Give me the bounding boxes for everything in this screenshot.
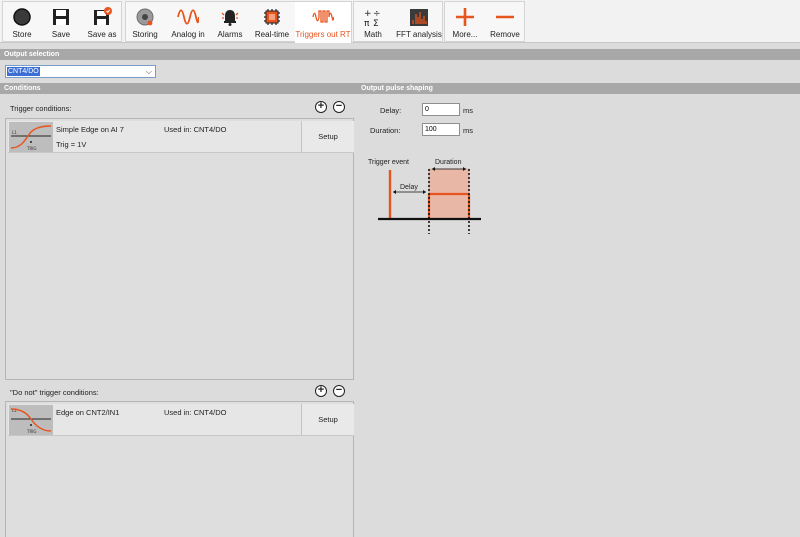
store-label: Store — [12, 30, 32, 39]
diagram-duration-label: Duration — [435, 159, 462, 166]
real-time-button[interactable]: Real-time — [252, 2, 292, 43]
toolbar-group-channels: More... Remove — [444, 1, 525, 42]
storing-button[interactable]: Storing — [126, 2, 164, 43]
conditions-header: Conditions — [0, 83, 357, 94]
list-item[interactable]: L1 TRIG Simple Edge on AI 7 Used in: CNT… — [8, 121, 354, 153]
falling-edge-thumbnail: L1 TRIG — [9, 405, 53, 435]
plus-icon — [456, 8, 474, 26]
triggers-out-rt-button[interactable]: Triggers out RT — [295, 2, 351, 43]
analog-in-label: Analog in — [171, 30, 205, 39]
thumb-top-text: L1 — [12, 130, 17, 135]
storing-icon — [136, 8, 154, 26]
save-label: Save — [51, 30, 71, 39]
trigger-row-used-in: Used in: CNT4/DO — [164, 125, 227, 134]
delay-unit: ms — [463, 106, 473, 115]
svg-text:Σ: Σ — [373, 19, 379, 28]
record-icon — [13, 8, 31, 26]
toolbar-group-file: Store Save Save as — [2, 1, 122, 42]
trigger-wave-icon — [312, 10, 334, 23]
diagram-trigger-event-label: Trigger event — [368, 159, 409, 166]
remove-donot-condition-button[interactable]: − — [333, 385, 345, 397]
fft-analysis-button[interactable]: FFT analysis — [394, 2, 444, 43]
floppy-edit-icon — [94, 7, 112, 25]
sine-wave-icon — [177, 9, 199, 25]
chevron-down-icon: ⌵ — [145, 67, 152, 76]
fft-icon — [410, 9, 428, 26]
remove-trigger-condition-button[interactable]: − — [333, 101, 345, 113]
math-icon: + ÷π Σ — [364, 9, 381, 28]
save-button[interactable]: Save — [43, 2, 79, 43]
alarms-button[interactable]: Alarms — [212, 2, 248, 43]
chip-icon — [264, 9, 280, 25]
main-toolbar: Store Save Save as Storing Analog in Ala… — [0, 0, 800, 43]
output-select[interactable]: CNT4/DO ⌵ — [5, 65, 156, 78]
output-select-value: CNT4/DO — [7, 67, 40, 76]
pulse-shaping-diagram: Trigger event Duration Delay — [368, 159, 481, 234]
save-as-label: Save as — [87, 30, 117, 39]
triggers-out-rt-label: Triggers out RT — [295, 30, 351, 39]
svg-text:÷: ÷ — [373, 9, 381, 19]
toolbar-group-setup: Storing Analog in Alarms Real-time Trigg… — [125, 1, 352, 43]
list-item[interactable]: L1 TRIG Edge on CNT2/IN1 Used in: CNT4/D… — [8, 404, 354, 436]
diagram-delay-label: Delay — [400, 184, 418, 191]
trigger-row-detail: Trig = 1V — [56, 140, 87, 149]
store-button[interactable]: Store — [3, 2, 41, 43]
thumb-bottom-text: TRIG — [26, 146, 37, 151]
donot-conditions-label: "Do not" trigger conditions: — [10, 388, 99, 397]
duration-input[interactable]: 100 — [422, 123, 460, 136]
remove-label: Remove — [490, 30, 520, 39]
trigger-conditions-list: L1 TRIG Simple Edge on AI 7 Used in: CNT… — [5, 118, 354, 380]
floppy-icon — [53, 9, 69, 25]
delay-input[interactable]: 0 — [422, 103, 460, 116]
delay-label: Delay: — [380, 106, 402, 115]
more-label: More... — [452, 30, 478, 39]
save-as-button[interactable]: Save as — [83, 2, 121, 43]
donot-row-used-in: Used in: CNT4/DO — [164, 408, 227, 417]
add-donot-condition-button[interactable]: + — [315, 385, 327, 397]
real-time-label: Real-time — [254, 30, 290, 39]
thumb-bottom-text: TRIG — [26, 429, 37, 434]
pulse-shaping-header: Output pulse shaping — [357, 83, 800, 94]
output-selection-header: Output selection — [0, 49, 800, 60]
donot-conditions-list: L1 TRIG Edge on CNT2/IN1 Used in: CNT4/D… — [5, 401, 354, 537]
remove-button[interactable]: Remove — [485, 2, 525, 43]
analog-in-button[interactable]: Analog in — [168, 2, 208, 43]
rising-edge-thumbnail: L1 TRIG — [9, 122, 53, 152]
svg-text:π: π — [364, 19, 370, 28]
alarms-label: Alarms — [217, 30, 243, 39]
donot-row-name: Edge on CNT2/IN1 — [56, 408, 120, 417]
math-label: Math — [364, 30, 382, 39]
fft-analysis-label: FFT analysis — [396, 30, 442, 39]
trigger-row-name: Simple Edge on AI 7 — [56, 125, 124, 134]
storing-label: Storing — [132, 30, 158, 39]
duration-unit: ms — [463, 126, 473, 135]
more-button[interactable]: More... — [445, 2, 485, 43]
donot-setup-button[interactable]: Setup — [301, 404, 354, 435]
duration-label: Duration: — [370, 126, 401, 135]
trigger-setup-button[interactable]: Setup — [301, 121, 354, 152]
add-trigger-condition-button[interactable]: + — [315, 101, 327, 113]
math-button[interactable]: + ÷ π Σ Math — [354, 2, 392, 43]
svg-text:+: + — [364, 9, 372, 19]
minus-icon — [496, 15, 514, 19]
alarm-bell-icon — [221, 10, 239, 26]
trigger-conditions-label: Trigger conditions: — [10, 104, 72, 113]
toolbar-group-math: + ÷ π Σ Math FFT analysis — [353, 1, 443, 42]
